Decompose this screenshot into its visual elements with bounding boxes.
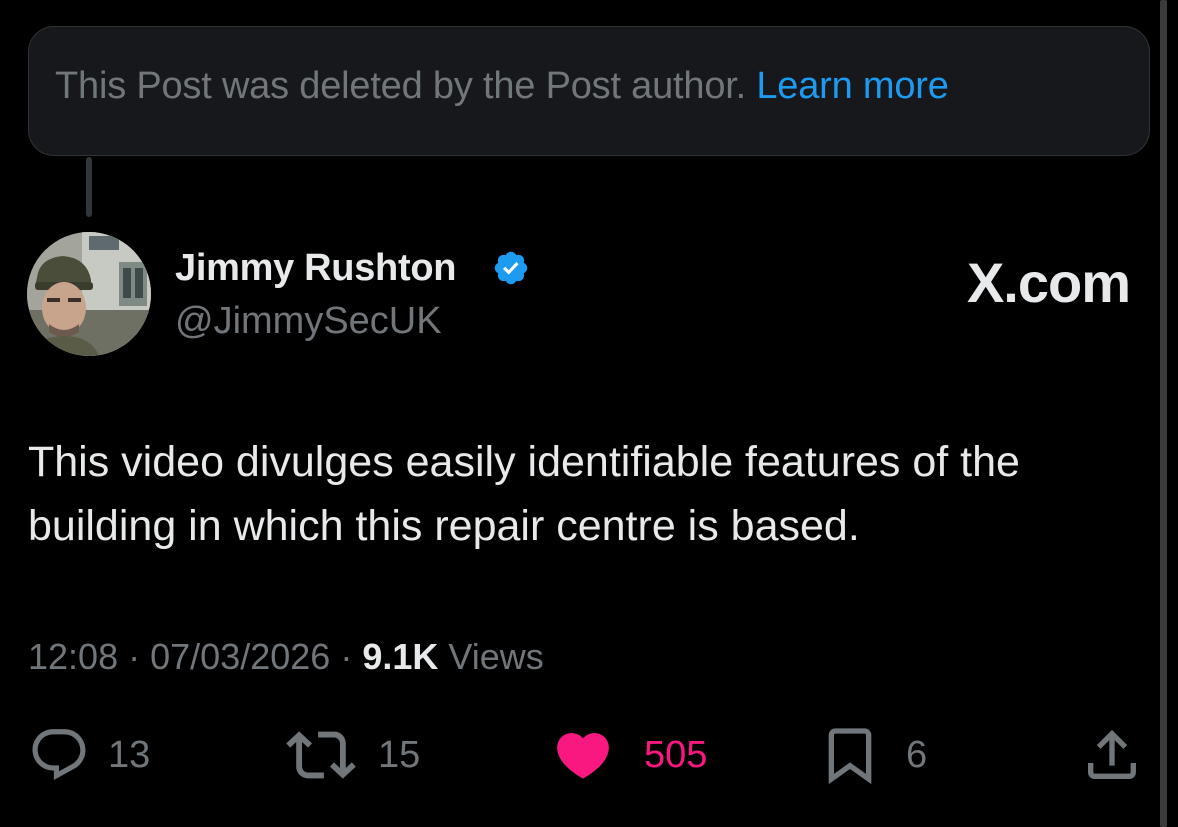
post-date[interactable]: 07/03/2026 [150,636,330,677]
deleted-post-message: This Post was deleted by the Post author… [55,65,746,107]
avatar-image [27,232,151,356]
post-meta: 12:08 · 07/03/2026 · 9.1K Views [28,636,544,678]
bookmark-count: 6 [906,733,928,776]
meta-separator: · [340,636,353,677]
views-count: 9.1K [362,636,439,677]
like-count: 505 [644,733,708,776]
repost-button[interactable]: 15 [286,720,420,790]
views-label: Views [448,636,544,677]
deleted-post-text: This Post was deleted by the Post author… [55,65,949,108]
author-handle[interactable]: @JimmySecUK [175,300,442,343]
reply-icon [32,729,86,781]
action-bar: 13 15 505 6 [0,720,1178,790]
learn-more-link[interactable]: Learn more [756,65,949,107]
reply-button[interactable]: 13 [28,720,150,790]
repost-count: 15 [378,733,421,776]
bookmark-icon [828,728,872,785]
brand-logo: X.com [966,251,1131,314]
scrollbar[interactable] [1160,0,1167,827]
repost-icon [286,731,356,779]
reply-count: 13 [108,733,151,776]
like-button[interactable]: 505 [552,720,707,790]
post-body: This video divulges easily identifiable … [28,438,1020,550]
deleted-post-notice: This Post was deleted by the Post author… [28,26,1150,156]
meta-separator: · [128,636,141,677]
thread-connector-line [86,157,92,217]
author-name[interactable]: Jimmy Rushton [175,247,456,290]
heart-icon [557,733,609,779]
share-icon [1088,729,1136,779]
share-button[interactable] [1080,720,1144,790]
verified-badge-icon [494,251,528,285]
post-time[interactable]: 12:08 [28,636,118,677]
bookmark-button[interactable]: 6 [818,720,927,790]
avatar[interactable] [27,232,151,356]
